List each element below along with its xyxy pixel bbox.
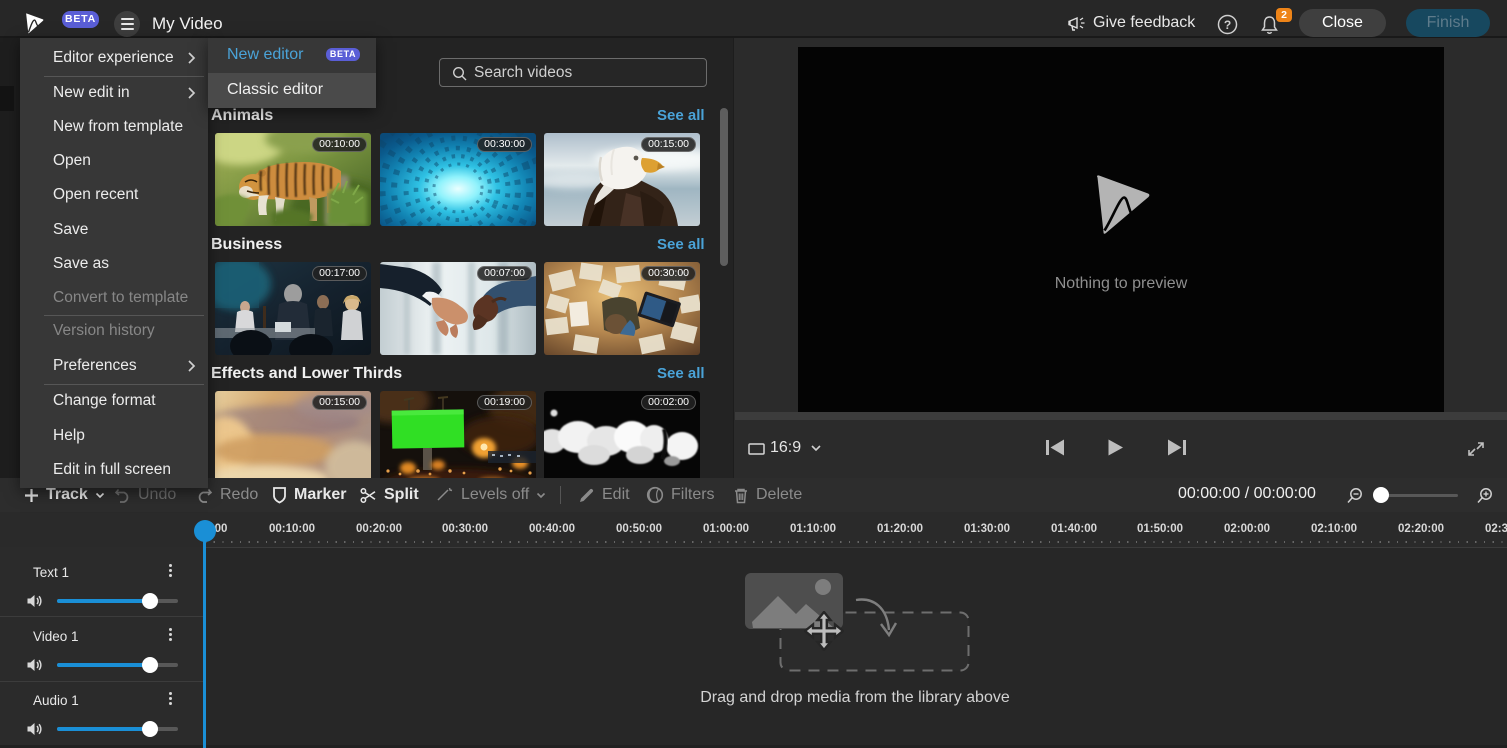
svg-text:?: ? (1224, 18, 1231, 32)
